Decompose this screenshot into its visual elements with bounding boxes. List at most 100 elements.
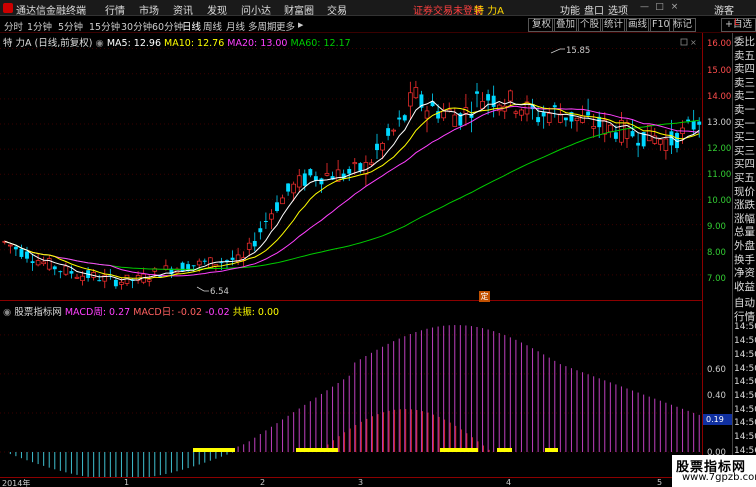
guest-user[interactable]: 游客 [714,2,734,17]
price-tick: 13.00 [707,118,732,128]
minimize-icon[interactable]: — [640,3,649,12]
ding-marker[interactable]: 定 [479,291,490,302]
price-tick: 7.00 [707,274,726,284]
tick-time-label: 14:50 [734,432,756,442]
ma5-value: MA5: 12.96 [106,38,161,49]
close-chart-icon[interactable]: × [690,38,697,47]
gegu-button[interactable]: 个股 [576,18,604,32]
tab-multiperiod[interactable]: 多周期 [248,19,277,33]
candle-body [252,241,257,247]
menu-caifuquan[interactable]: 财富圈 [284,2,314,17]
candle-body [536,117,541,123]
candle-body [69,271,74,274]
macd-zhou-value: MACD周: 0.27 [64,307,131,318]
candle-body [546,113,552,123]
candle-body [347,168,352,174]
candle-body [658,139,663,145]
candle-body [574,117,580,122]
maximize-icon[interactable]: □ [655,3,664,12]
candle-body [697,121,702,125]
gongzhen-bar [497,448,512,452]
indicator-chart[interactable] [0,302,702,477]
candle-body [352,162,358,165]
price-tick: 10.00 [707,196,732,206]
candle-body [513,111,519,114]
ind-tick: 0.60 [707,365,726,375]
gongzhen-bar [296,448,338,452]
menu-gongneng[interactable]: 功能 [560,2,580,17]
app-title: 通达信金融终端 [16,6,86,17]
indicator-gear-icon[interactable]: ◉ [3,307,14,318]
menu-faxian[interactable]: 发现 [207,2,227,17]
low-label: 6.54 [210,287,229,297]
tab-fenshi[interactable]: 分时 [4,19,23,33]
current-symbol: 特 力A [474,6,505,17]
tab-30min[interactable]: 30分钟 [121,19,152,33]
chart-corner-icons[interactable]: × [680,38,697,47]
settings-gear-icon[interactable]: ◉ [96,38,107,49]
candle-body [19,248,24,257]
candle-body [397,117,402,120]
candle-body [619,120,624,143]
menu-pankou[interactable]: 盘口 [584,2,604,17]
high-label: 15.85 [566,46,590,56]
candle-body [13,246,18,250]
current-ind-value: 0.19 [703,414,732,425]
menu-wenxiaoda[interactable]: 问小达 [241,2,271,17]
watermark: 股票指标网 www.7gpzb.com [672,455,756,487]
candle-body [146,279,152,282]
menu-zixun[interactable]: 资讯 [173,2,193,17]
tab-weekly[interactable]: 周线 [203,19,222,33]
tab-1min[interactable]: 1分钟 [27,19,52,33]
tab-5min[interactable]: 5分钟 [58,19,83,33]
close-icon[interactable]: × [670,3,679,12]
ma60-line [4,119,700,270]
candle-body [58,271,63,273]
candle-body [519,109,524,116]
menu-jiaoyi[interactable]: 交易 [327,2,347,17]
candle-body [52,266,57,270]
tab-60min[interactable]: 60分钟 [152,19,183,33]
candle-body [486,94,491,101]
biaoji-button[interactable]: 标记 [669,18,697,32]
tab-daily[interactable]: 日线 [182,19,201,33]
watermark-url: www.7gpzb.com [682,472,756,483]
tick-time-label: 14:50 [734,322,756,333]
tab-monthly[interactable]: 月线 [226,19,245,33]
menu-shichang[interactable]: 市场 [139,2,159,17]
candle-body [275,202,279,211]
price-tick: 12.00 [707,144,732,154]
tab-more[interactable]: 更多 [276,19,295,33]
candlestick-chart[interactable]: 15.85 6.54 × [0,33,702,301]
candle-body [258,228,263,233]
candle-body [613,132,618,139]
maximize-chart-icon[interactable] [680,38,688,46]
indicator-legend: ◉ 股票指标网 MACD周: 0.27 MACD日: -0.02 -0.02 共… [3,304,279,318]
menu-hangqing[interactable]: 行情 [105,2,125,17]
menu-xuanxiang[interactable]: 选项 [608,2,628,17]
tab-15min[interactable]: 15分钟 [89,19,120,33]
fuquan-button[interactable]: 复权 [528,18,556,32]
candle-body [74,276,80,279]
main-legend: 特 力A (日线,前复权) ◉ MA5: 12.96 MA10: 12.76 M… [3,35,351,49]
candle-body [691,120,696,130]
candle-body [358,163,363,171]
candle-body [246,242,252,250]
candle-body [341,173,346,179]
candle-body [408,92,413,107]
huaxian-button[interactable]: 画线 [624,18,652,32]
candle-body [97,280,102,282]
low-marker: 6.54 [196,286,229,297]
more-arrow-icon[interactable]: ▶ [298,21,303,29]
stock-title: 特 力A (日线,前复权) [3,38,93,49]
diejia-button[interactable]: 叠加 [552,18,580,32]
ma10-line [4,102,700,280]
login-notice[interactable]: 证券交易未登录 [413,2,483,17]
candle-body [386,128,391,136]
tongji-button[interactable]: 统计 [600,18,628,32]
candle-body [630,131,635,137]
candle-body [391,129,396,132]
candle-body [541,112,546,117]
indicator-name[interactable]: 股票指标网 [14,307,62,318]
candle-body [41,261,46,265]
